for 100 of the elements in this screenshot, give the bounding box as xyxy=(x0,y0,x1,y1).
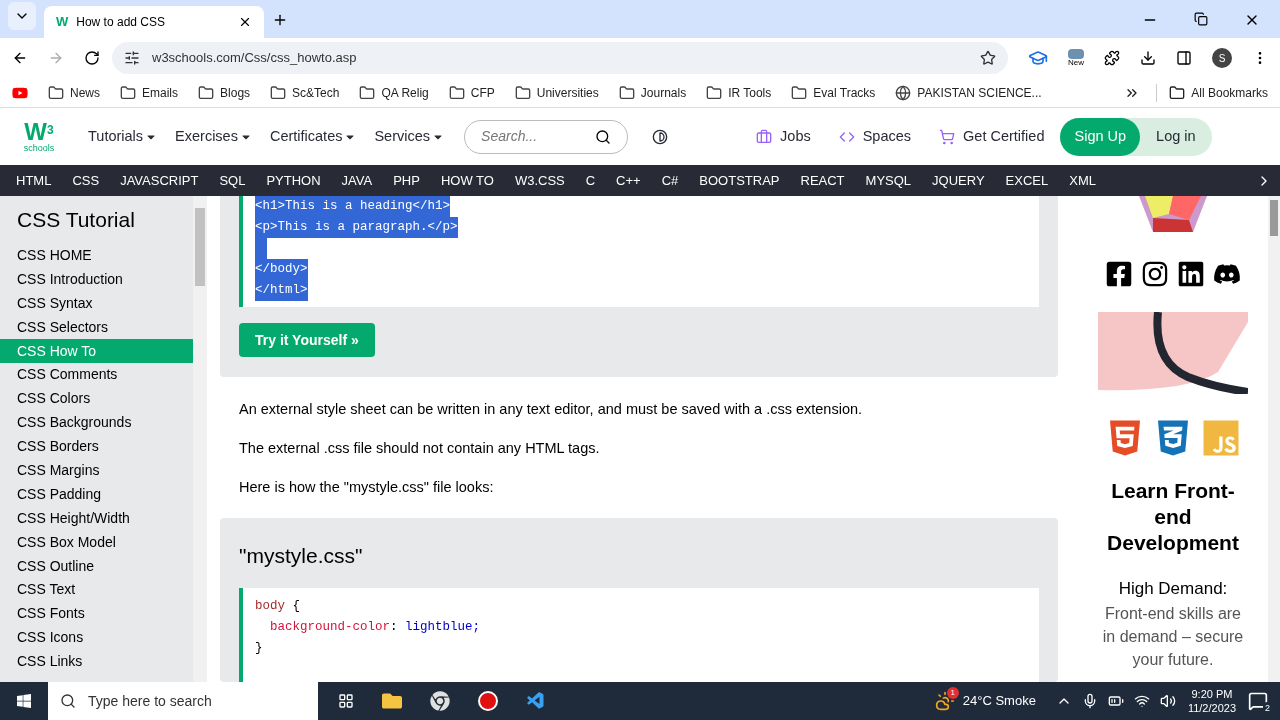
folder-icon xyxy=(270,84,287,101)
weather-icon[interactable] xyxy=(934,691,955,711)
sidebar-item[interactable]: CSS Text xyxy=(0,577,193,602)
header-link[interactable]: Get Certified xyxy=(939,125,1045,148)
sidebar-item[interactable]: CSS Padding xyxy=(0,482,193,507)
search-icon xyxy=(60,693,76,709)
code-line: } xyxy=(255,639,263,657)
side-panel-icon[interactable] xyxy=(1176,50,1192,66)
facebook-icon[interactable] xyxy=(1105,260,1133,288)
sidebar-item[interactable]: CSS Introduction xyxy=(0,267,193,292)
browser-icon[interactable] xyxy=(430,691,450,711)
sidebar-item[interactable]: CSS Colors xyxy=(0,386,193,411)
bookmark[interactable]: News xyxy=(48,83,100,102)
topnav-link[interactable]: XML xyxy=(1069,170,1096,191)
topnav-link[interactable]: REACT xyxy=(800,170,845,191)
new-tab-icon[interactable] xyxy=(272,12,288,28)
topnav-link[interactable]: EXCEL xyxy=(1005,170,1049,191)
html5-icon xyxy=(1107,418,1143,458)
folder-icon xyxy=(618,84,635,101)
nav-menu[interactable]: Tutorials xyxy=(88,125,158,148)
folder-icon[interactable] xyxy=(382,691,402,711)
topnav-link[interactable]: CSS xyxy=(72,170,100,191)
clock[interactable]: 9:20 PM 11/2/2023 xyxy=(1187,687,1236,715)
wifi-icon[interactable] xyxy=(1133,693,1150,709)
topnav-link[interactable]: JAVA xyxy=(341,170,373,191)
bookmark[interactable]: PAKISTAN SCIENCE... xyxy=(895,83,1042,102)
extensions-icon[interactable] xyxy=(1104,50,1120,66)
sidebar-item[interactable]: CSS Height/Width xyxy=(0,506,193,531)
bookmark[interactable]: Universities xyxy=(514,83,599,102)
sidebar-item[interactable]: CSS Syntax xyxy=(0,291,193,316)
tab-search-button[interactable] xyxy=(8,2,36,30)
sidebar-item[interactable]: CSS Links xyxy=(0,649,193,674)
log-in-button[interactable]: Log in xyxy=(1140,117,1212,156)
sidebar-item[interactable]: CSS Backgrounds xyxy=(0,410,193,435)
code-editor-icon[interactable] xyxy=(526,691,546,711)
linkedin-icon[interactable] xyxy=(1177,260,1205,288)
topnav-link[interactable]: C# xyxy=(661,170,679,191)
sidebar-item[interactable]: CSS HOME xyxy=(0,243,193,268)
search-icon[interactable] xyxy=(595,128,612,145)
contrast-icon[interactable] xyxy=(652,128,669,145)
header-link[interactable]: Jobs xyxy=(756,125,811,148)
browser-tab[interactable]: W How to add CSS xyxy=(44,6,264,38)
profile-avatar[interactable]: S xyxy=(1212,48,1232,68)
topnav-link[interactable]: PHP xyxy=(393,170,420,191)
taskbar-search-field[interactable]: Type here to search xyxy=(48,682,318,720)
weather-text[interactable]: 24°C Smoke xyxy=(962,691,1036,711)
sidebar-item[interactable]: CSS Borders xyxy=(0,434,193,459)
graduation-cap-icon[interactable] xyxy=(1028,48,1048,68)
battery-icon[interactable] xyxy=(1107,693,1124,709)
windows-start-icon[interactable] xyxy=(16,693,32,709)
folder-icon xyxy=(791,84,808,101)
sidebar-item[interactable]: CSS Comments xyxy=(0,362,193,387)
sidebar-item[interactable]: CSS Fonts xyxy=(0,601,193,626)
nav-menu[interactable]: Services xyxy=(374,125,445,148)
record-icon[interactable] xyxy=(478,691,498,711)
color-palette-icon xyxy=(1139,196,1207,232)
bookmark[interactable]: Emails xyxy=(120,83,179,102)
restore-icon[interactable] xyxy=(1194,12,1208,26)
site-settings-icon[interactable] xyxy=(124,50,140,66)
briefcase-icon xyxy=(756,128,773,145)
ad-title: Learn Front-end Development xyxy=(1106,478,1240,556)
bookmark[interactable]: Blogs xyxy=(198,83,251,102)
folder-icon xyxy=(120,84,136,101)
topnav-link[interactable]: BOOTSTRAP xyxy=(699,170,780,191)
bookmark[interactable]: Journals xyxy=(618,83,687,102)
topnav-link[interactable]: C++ xyxy=(616,170,641,191)
topnav-link[interactable]: HTML xyxy=(16,170,52,191)
back-icon[interactable] xyxy=(12,50,28,66)
sidebar-item[interactable]: CSS Icons xyxy=(0,625,193,650)
topnav-link[interactable]: C xyxy=(585,170,596,191)
topnav-link[interactable]: JAVASCRIPT xyxy=(120,170,199,191)
download-icon[interactable] xyxy=(1140,50,1156,66)
volume-icon[interactable] xyxy=(1159,693,1176,709)
sidebar-item[interactable]: CSS Box Model xyxy=(0,530,193,555)
bookmark[interactable]: CFP xyxy=(448,83,495,102)
topnav-link[interactable]: SQL xyxy=(219,170,246,191)
all-bookmarks[interactable]: All Bookmarks xyxy=(1156,83,1268,102)
topnav-link[interactable]: PYTHON xyxy=(266,170,321,191)
nav-menu[interactable]: Certificates xyxy=(269,125,357,148)
globe-icon xyxy=(895,84,912,101)
sidebar-item[interactable]: CSS Outline xyxy=(0,554,193,578)
address-field[interactable]: w3schools.com/Css/css_howto.asp xyxy=(112,42,1008,74)
bookmark[interactable]: IR Tools xyxy=(706,83,772,102)
nav-menu[interactable]: Exercises xyxy=(175,125,252,148)
sidebar-item[interactable]: CSS Selectors xyxy=(0,315,193,340)
sidebar-item[interactable]: CSS Margins xyxy=(0,458,193,483)
header-link[interactable]: Spaces xyxy=(838,125,912,148)
instagram-icon[interactable] xyxy=(1141,260,1169,288)
topnav-link[interactable]: MYSQL xyxy=(865,170,912,191)
topnav-link[interactable]: W3.CSS xyxy=(514,170,565,191)
bookmark[interactable]: Sc&Tech xyxy=(270,83,340,102)
bookmark[interactable]: Eval Tracks xyxy=(791,83,876,102)
topnav-link[interactable]: JQUERY xyxy=(932,170,985,191)
bookmark[interactable]: QA Relig xyxy=(359,83,429,102)
reload-icon[interactable] xyxy=(84,50,100,66)
close-icon[interactable] xyxy=(238,15,252,29)
topnav-link[interactable]: HOW TO xyxy=(440,170,494,191)
folder-icon xyxy=(48,84,64,101)
task-view-icon[interactable] xyxy=(338,693,354,709)
star-icon[interactable] xyxy=(980,50,996,66)
